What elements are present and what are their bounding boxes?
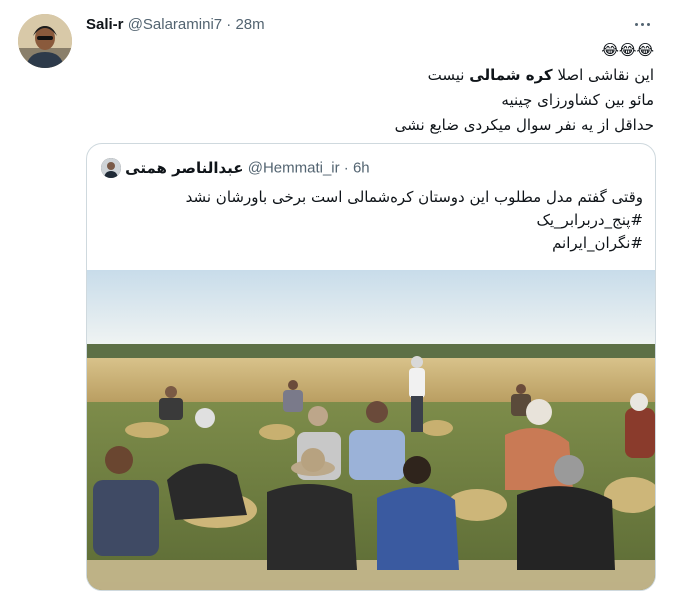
author-avatar[interactable] bbox=[18, 14, 72, 68]
tweet-line-2: مائو بین کشاورزای چینیه bbox=[501, 91, 654, 109]
author-handle[interactable]: @Salaramini7 bbox=[128, 16, 222, 33]
header-separator: · bbox=[226, 16, 232, 33]
quoted-tweet-text: وقتی گفتم مدل مطلوب این دوستان کره‌شمالی… bbox=[103, 186, 643, 255]
tweet-text: 😂😂😂 این نقاشی اصلا کره شمالی نیست مائو ب… bbox=[300, 38, 654, 138]
tweet-line-1-start: این نقاشی اصلا bbox=[557, 66, 654, 84]
quoted-author-name[interactable]: عبدالناصر همتی bbox=[125, 159, 243, 177]
tweet-header: Sali-r @Salaramini7 · 28m bbox=[86, 16, 265, 33]
quoted-tweet-time[interactable]: 6h bbox=[353, 160, 370, 177]
tweet-line-1-bold: کره شمالی bbox=[469, 66, 553, 84]
quoted-hashtag-1[interactable]: #پنج_دربرابر_یک bbox=[103, 209, 643, 232]
tweet-line-3: حداقل از یه نفر سوال میکردی ضایع نشی bbox=[394, 116, 654, 134]
quoted-tweet-header: عبدالناصر همتی @Hemmati_ir · 6h bbox=[101, 158, 370, 178]
quoted-author-handle[interactable]: @Hemmati_ir bbox=[248, 160, 340, 177]
tweet-time[interactable]: 28m bbox=[235, 16, 264, 33]
quoted-header-separator: · bbox=[343, 159, 349, 177]
quoted-tweet-card[interactable]: عبدالناصر همتی @Hemmati_ir · 6h وقتی گفت… bbox=[86, 143, 656, 591]
quoted-author-avatar[interactable] bbox=[101, 158, 121, 178]
quoted-hashtag-2[interactable]: #نگران_ایرانم bbox=[103, 232, 643, 255]
tweet-emoji: 😂😂😂 bbox=[601, 41, 654, 59]
more-options-icon[interactable] bbox=[632, 14, 654, 36]
tweet-line-1-end: نیست bbox=[427, 66, 465, 84]
tweet-line-1: این نقاشی اصلا کره شمالی نیست bbox=[300, 63, 654, 88]
author-name[interactable]: Sali-r bbox=[86, 16, 124, 33]
quoted-tweet-photo[interactable] bbox=[87, 270, 655, 590]
quoted-line-1: وقتی گفتم مدل مطلوب این دوستان کره‌شمالی… bbox=[185, 188, 643, 206]
